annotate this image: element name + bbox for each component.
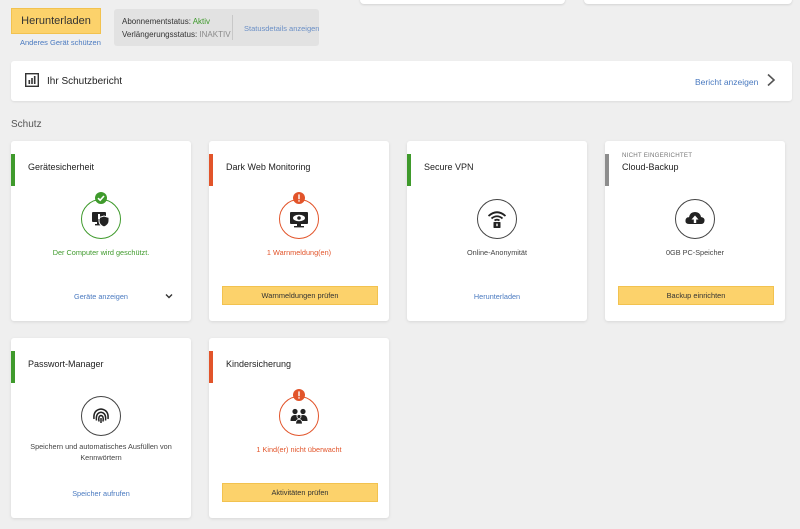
renewal-status: Verlängerungsstatus: INAKTIV xyxy=(122,30,231,39)
setup-backup-button[interactable]: Backup einrichten xyxy=(618,286,774,305)
review-activities-button[interactable]: Aktivitäten prüfen xyxy=(222,483,378,502)
chevron-right-icon[interactable] xyxy=(764,73,778,87)
bar-chart-icon xyxy=(25,73,39,87)
open-vault-link[interactable]: Speicher aufrufen xyxy=(11,489,191,498)
not-set-up-tag: NICHT EINGERICHTET xyxy=(622,152,693,159)
subscription-status-label: Abonnementstatus: xyxy=(122,17,191,26)
status-details-link[interactable]: Statusdetails anzeigen xyxy=(244,24,319,33)
download-vpn-link[interactable]: Herunterladen xyxy=(407,292,587,301)
status-bar xyxy=(11,154,15,186)
card-title: Passwort-Manager xyxy=(28,359,104,369)
status-circle xyxy=(81,396,121,436)
status-circle xyxy=(81,199,121,239)
card-title: Cloud-Backup xyxy=(622,162,679,172)
check-badge-icon xyxy=(95,192,107,204)
shield-monitor-icon xyxy=(92,212,110,228)
fingerprint-icon xyxy=(93,408,109,423)
card-title: Gerätesicherheit xyxy=(28,162,95,172)
status-circle xyxy=(675,199,715,239)
status-bar xyxy=(407,154,411,186)
subscription-status: Abonnementstatus: Aktiv xyxy=(122,17,210,26)
card-password-manager: Passwort-Manager Speichern und automatis… xyxy=(11,338,191,518)
top-card-2 xyxy=(584,0,792,4)
top-card-1 xyxy=(360,0,565,4)
wifi-lock-icon xyxy=(487,211,507,228)
status-bar xyxy=(605,154,609,186)
protection-report-row[interactable]: Ihr Schutzbericht Bericht anzeigen xyxy=(11,61,792,101)
card-title: Kindersicherung xyxy=(226,359,292,369)
card-dark-web-monitoring: Dark Web Monitoring 1 Warnmeldung(en) Wa… xyxy=(209,141,389,321)
status-bar xyxy=(209,351,213,383)
section-label: Schutz xyxy=(11,119,42,130)
card-device-security: Gerätesicherheit Der Computer wird gesch… xyxy=(11,141,191,321)
card-title: Secure VPN xyxy=(424,162,474,172)
report-title: Ihr Schutzbericht xyxy=(47,76,123,87)
card-status: Online-Anonymität xyxy=(466,248,528,257)
card-status: 1 Warnmeldung(en) xyxy=(266,248,332,257)
subscription-status-value: Aktiv xyxy=(192,17,211,26)
view-report-link[interactable]: Bericht anzeigen xyxy=(695,77,758,87)
card-secure-vpn: Secure VPN Online-Anonymität Herunterlad… xyxy=(407,141,587,321)
subscription-status-box: Abonnementstatus: Aktiv Verlängerungssta… xyxy=(114,9,319,46)
card-cloud-backup: NICHT EINGERICHTET Cloud-Backup 0GB PC-S… xyxy=(605,141,785,321)
status-circle xyxy=(279,199,319,239)
divider xyxy=(232,15,233,40)
card-parental-control: Kindersicherung 1 Kind(er) nicht überwac… xyxy=(209,338,389,518)
protect-other-device-link[interactable]: Anderes Gerät schützen xyxy=(20,38,101,47)
renewal-status-value: INAKTIV xyxy=(199,30,231,39)
status-circle xyxy=(279,396,319,436)
renewal-status-label: Verlängerungsstatus: xyxy=(122,30,198,39)
review-alerts-button[interactable]: Warnmeldungen prüfen xyxy=(222,286,378,305)
card-status: 1 Kind(er) nicht überwacht xyxy=(256,445,342,454)
card-status: Der Computer wird geschützt. xyxy=(52,248,150,257)
chevron-down-icon[interactable] xyxy=(164,291,174,301)
cloud-upload-icon xyxy=(685,212,705,224)
status-bar xyxy=(11,351,15,383)
card-status: 0GB PC-Speicher xyxy=(666,248,724,257)
alert-badge-icon xyxy=(293,192,305,204)
alert-badge-icon xyxy=(293,389,305,401)
eye-monitor-icon xyxy=(290,212,308,228)
card-title: Dark Web Monitoring xyxy=(226,162,311,172)
status-circle xyxy=(477,199,517,239)
download-button[interactable]: Herunterladen xyxy=(11,8,101,34)
card-status: Speichern und automatisches Ausfüllen vo… xyxy=(30,442,172,462)
status-bar xyxy=(209,154,213,186)
family-icon xyxy=(290,408,308,425)
